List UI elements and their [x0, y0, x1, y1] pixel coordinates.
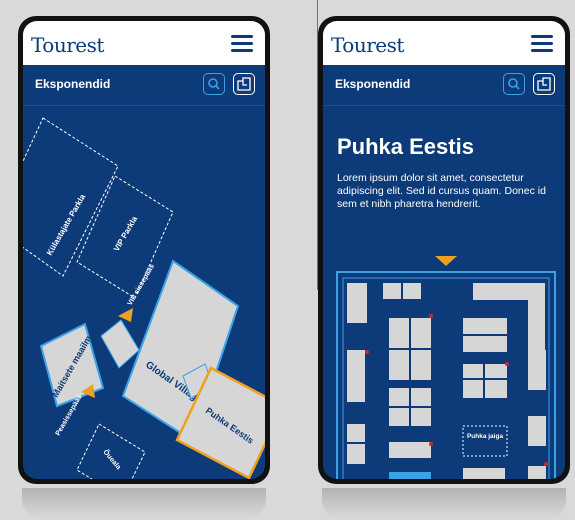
search-icon	[208, 78, 220, 90]
screen-map: Tourest Eksponendid Külastajate Parkla V…	[23, 21, 265, 479]
logo[interactable]: Tourest	[31, 33, 104, 57]
screen-exhibitor: Tourest Eksponendid Puhka Eestis Lorem i…	[323, 21, 565, 479]
logo-text: Tourest	[331, 33, 404, 57]
hall-inner-outline	[342, 277, 550, 479]
connector-hall[interactable]	[100, 319, 140, 369]
sub-bar: Eksponendid	[323, 65, 565, 106]
exhibitor-description: Lorem ipsum dolor sit amet, consectetur …	[337, 172, 546, 210]
hall-floor-plan[interactable]: Puhka jaiga	[323, 246, 565, 479]
vip-parkla-label: VIP Parkla	[112, 214, 140, 253]
search-button[interactable]	[203, 73, 225, 95]
hamburger-menu-icon[interactable]	[231, 35, 253, 53]
phone-right: Tourest Eksponendid Puhka Eestis Lorem i…	[318, 16, 570, 484]
page-subtitle: Eksponendid	[335, 77, 411, 91]
map-button[interactable]	[233, 73, 255, 95]
search-button[interactable]	[503, 73, 525, 95]
oueala-label: Õueala	[101, 448, 123, 472]
booth-group[interactable]	[347, 283, 546, 479]
phone-left: Tourest Eksponendid Külastajate Parkla V…	[18, 16, 270, 484]
hamburger-menu-icon[interactable]	[531, 35, 553, 53]
oueala-area[interactable]	[76, 423, 146, 479]
map-area[interactable]: Külastajate Parkla VIP Parkla VIP sissep…	[23, 106, 265, 479]
sub-bar: Eksponendid	[23, 65, 265, 106]
map-button[interactable]	[533, 73, 555, 95]
app-bar: Tourest	[323, 21, 565, 65]
logo-text: Tourest	[31, 33, 104, 57]
reflection-right	[322, 488, 566, 518]
page-subtitle: Eksponendid	[35, 77, 111, 91]
app-bar: Tourest	[23, 21, 265, 65]
reflection-left	[22, 488, 266, 518]
kulastajate-parkla-area[interactable]	[23, 117, 119, 277]
logo[interactable]: Tourest	[331, 33, 404, 57]
highlighted-booth[interactable]	[389, 472, 431, 479]
puhka-jaiga-label: Puhka jaiga	[467, 433, 504, 440]
entrance-arrow-icon	[435, 256, 457, 266]
kulastajate-parkla-label: Külastajate Parkla	[45, 192, 88, 257]
map-icon	[537, 77, 551, 91]
exhibitor-detail: Puhka Eestis Lorem ipsum dolor sit amet,…	[323, 106, 565, 479]
puhka-jaiga-booth[interactable]	[462, 425, 508, 457]
venue-map[interactable]: Külastajate Parkla VIP Parkla VIP sissep…	[23, 106, 265, 479]
vip-entrance-marker	[118, 308, 133, 322]
vip-sissepaas-label: VIP sissepääs	[127, 263, 156, 307]
search-icon	[508, 78, 520, 90]
exhibitor-heading: Puhka Eestis	[337, 134, 474, 159]
map-icon	[237, 77, 251, 91]
hall-outline	[336, 271, 556, 479]
